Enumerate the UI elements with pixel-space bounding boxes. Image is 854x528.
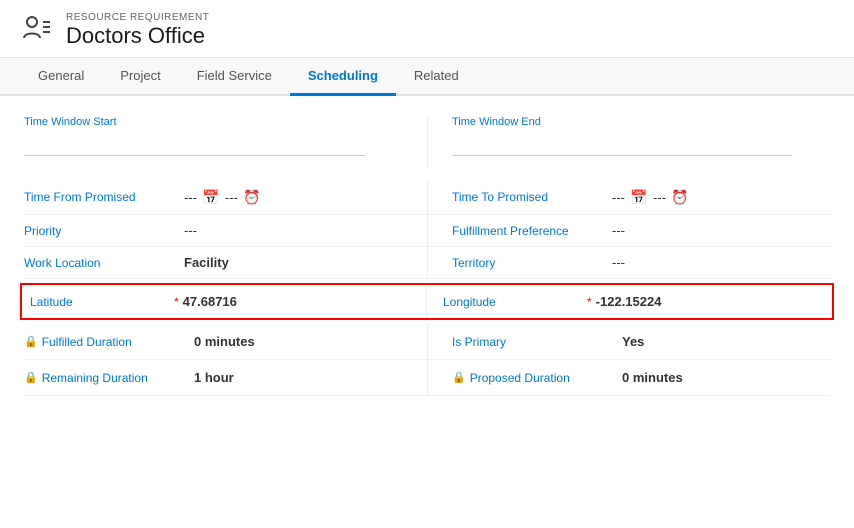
fulfillment-preference-label: Fulfillment Preference [452,224,612,238]
lat-lon-highlight-box: Latitude * 47.68716 Longitude * -122.152… [20,283,834,320]
time-from-cell: Time From Promised --- 📅 --- ⏰ [24,180,427,214]
time-from-dash2: --- [225,190,238,205]
priority-value: --- [184,223,197,238]
resource-requirement-icon [20,12,52,49]
remaining-duration-label: 🔒 Remaining Duration [24,371,194,385]
time-from-label: Time From Promised [24,190,184,204]
time-from-dash1: --- [184,190,197,205]
territory-cell: Territory --- [427,247,830,278]
header-text-block: RESOURCE REQUIREMENT Doctors Office [66,12,209,49]
time-window-start-label: Time Window Start [24,116,403,128]
time-to-label: Time To Promised [452,190,612,204]
longitude-cell: Longitude * -122.15224 [427,285,832,318]
time-window-end-section: Time Window End [427,116,830,168]
latitude-required-star: * [174,295,179,309]
time-to-dash2: --- [653,190,666,205]
fulfillment-preference-value: --- [612,223,625,238]
proposed-duration-label: 🔒 Proposed Duration [452,371,622,385]
remaining-duration-value: 1 hour [194,370,234,385]
fulfilled-duration-value: 0 minutes [194,334,255,349]
time-promised-row: Time From Promised --- 📅 --- ⏰ Time To P… [24,180,830,215]
header-subtitle: RESOURCE REQUIREMENT [66,12,209,23]
fulfillment-cell: Fulfillment Preference --- [427,215,830,246]
time-from-value: --- 📅 --- ⏰ [184,188,261,206]
time-to-cell: Time To Promised --- 📅 --- ⏰ [427,180,830,214]
tab-field-service[interactable]: Field Service [179,58,290,96]
nav-tabs: General Project Field Service Scheduling… [0,58,854,96]
is-primary-value: Yes [622,334,644,349]
priority-cell: Priority --- [24,215,427,246]
longitude-value: -122.15224 [596,294,662,309]
work-location-value: Facility [184,255,229,270]
latitude-label: Latitude [30,295,170,309]
fulfilled-duration-cell: 🔒 Fulfilled Duration 0 minutes [24,324,427,359]
clock-icon-to[interactable]: ⏰ [671,188,689,206]
fulfilled-duration-label: 🔒 Fulfilled Duration [24,335,194,349]
latitude-cell: Latitude * 47.68716 [22,285,427,318]
time-window-end-input[interactable] [452,132,792,156]
latitude-value: 47.68716 [183,294,237,309]
calendar-icon-from[interactable]: 📅 [202,188,220,206]
tab-general[interactable]: General [20,58,102,96]
calendar-icon-to[interactable]: 📅 [630,188,648,206]
time-window-start-section: Time Window Start [24,116,427,168]
time-window-end-label: Time Window End [452,116,830,128]
proposed-duration-value: 0 minutes [622,370,683,385]
work-location-row: Work Location Facility Territory --- [24,247,830,279]
longitude-label: Longitude [443,295,583,309]
tab-project[interactable]: Project [102,58,178,96]
time-window-start-input[interactable] [24,132,365,156]
header-title: Doctors Office [66,23,209,49]
form-content: Time Window Start Time Window End Time F… [0,96,854,416]
priority-row: Priority --- Fulfillment Preference --- [24,215,830,247]
clock-icon-from[interactable]: ⏰ [243,188,261,206]
is-primary-cell: Is Primary Yes [427,324,830,359]
remaining-duration-cell: 🔒 Remaining Duration 1 hour [24,360,427,395]
territory-label: Territory [452,256,612,270]
territory-value: --- [612,255,625,270]
proposed-duration-cell: 🔒 Proposed Duration 0 minutes [427,360,830,395]
fulfilled-row: 🔒 Fulfilled Duration 0 minutes Is Primar… [24,324,830,360]
tab-related[interactable]: Related [396,58,477,96]
page-header: RESOURCE REQUIREMENT Doctors Office [0,0,854,58]
is-primary-label: Is Primary [452,335,622,349]
work-location-cell: Work Location Facility [24,247,427,278]
tab-scheduling[interactable]: Scheduling [290,58,396,96]
time-to-value: --- 📅 --- ⏰ [612,188,689,206]
work-location-label: Work Location [24,256,184,270]
priority-label: Priority [24,224,184,238]
time-to-dash1: --- [612,190,625,205]
remaining-row: 🔒 Remaining Duration 1 hour 🔒 Proposed D… [24,360,830,396]
lat-lon-row: Latitude * 47.68716 Longitude * -122.152… [22,285,832,318]
longitude-required-star: * [587,295,592,309]
